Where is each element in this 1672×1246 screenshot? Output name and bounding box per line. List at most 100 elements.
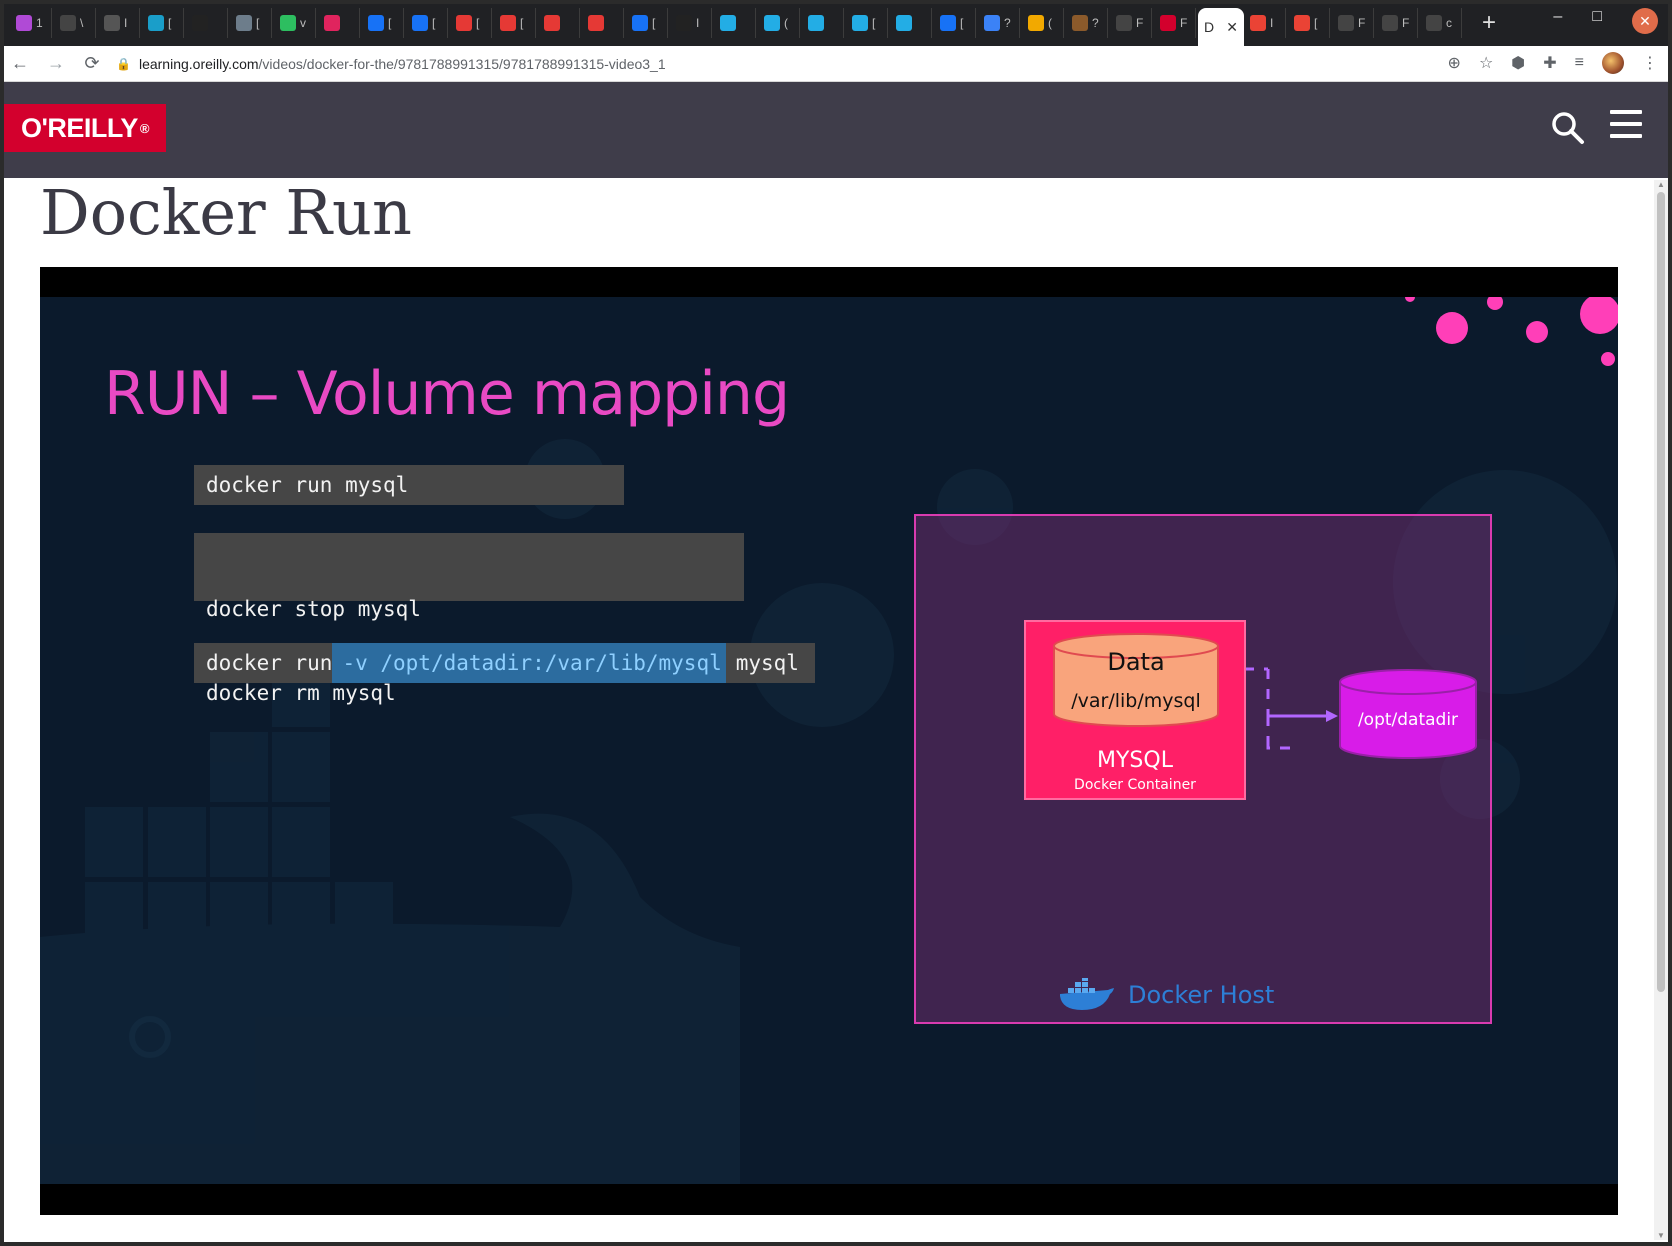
browser-tab[interactable]	[318, 8, 360, 38]
translate-icon	[984, 15, 1000, 31]
browser-tab[interactable]: I	[670, 8, 712, 38]
bilibili-icon	[808, 15, 824, 31]
code-run-basic: docker run mysql	[194, 465, 624, 505]
browser-tab[interactable]: [	[142, 8, 184, 38]
browser-tab[interactable]: [	[450, 8, 492, 38]
browser-tab[interactable]: F	[1332, 8, 1374, 38]
browser-tab-title: I	[1270, 16, 1274, 30]
zhihu-icon	[412, 15, 428, 31]
slide-title: RUN – Volume mapping	[104, 359, 790, 429]
scroll-up-arrow-icon[interactable]: ▲	[1657, 180, 1665, 189]
search-icon[interactable]	[1550, 110, 1586, 146]
address-bar[interactable]: 🔒 learning.oreilly.com/videos/docker-for…	[116, 56, 666, 72]
site-header: O'REILLY ®	[4, 82, 1668, 178]
arch-icon	[104, 15, 120, 31]
data-path: /var/lib/mysql	[1071, 690, 1201, 712]
browser-tab[interactable]: [	[494, 8, 536, 38]
forward-arrow-icon[interactable]: →	[40, 53, 72, 74]
close-window-button[interactable]: ✕	[1632, 8, 1658, 34]
browser-tab[interactable]: F	[1154, 8, 1196, 38]
close-tab-icon[interactable]: ✕	[1226, 19, 1238, 36]
logo-registered-mark: ®	[139, 120, 150, 136]
data-volume-cylinder: Data /var/lib/mysql	[1052, 632, 1220, 733]
browser-tab-title: c	[1446, 16, 1452, 30]
browser-tab[interactable]	[890, 8, 932, 38]
page-scrollbar[interactable]: ▲ ▼	[1654, 180, 1668, 1240]
bolt-icon	[1028, 15, 1044, 31]
browser-toolbar: ← → ⟳ 🔒 learning.oreilly.com/videos/dock…	[0, 46, 1672, 82]
browser-tab[interactable]	[538, 8, 580, 38]
bookmark-star-icon[interactable]: ☆	[1479, 53, 1493, 73]
browser-tab[interactable]: \	[54, 8, 96, 38]
browser-tab-title: [	[872, 16, 876, 30]
oreilly-logo[interactable]: O'REILLY ®	[4, 104, 166, 152]
browser-tab[interactable]: [	[1288, 8, 1330, 38]
browser-tab[interactable]: [	[230, 8, 272, 38]
window-controls: – □ ✕	[1553, 8, 1658, 34]
browser-menu-icon[interactable]: ⋮	[1642, 53, 1658, 73]
browser-tab-title: [	[432, 16, 436, 30]
browser-tab[interactable]: I	[1244, 8, 1286, 38]
zoom-icon[interactable]: ⊕	[1448, 53, 1461, 73]
minimize-button[interactable]: –	[1553, 8, 1562, 34]
bilibili-icon	[896, 15, 912, 31]
github-icon	[1338, 15, 1354, 31]
browser-tab[interactable]: ?	[1066, 8, 1108, 38]
browser-tab[interactable]	[714, 8, 756, 38]
browser-tab[interactable]: ?	[978, 8, 1020, 38]
browser-tab[interactable]: c	[1420, 8, 1462, 38]
csdn-icon	[456, 15, 472, 31]
container-name: MYSQL	[1097, 748, 1173, 773]
browser-tab[interactable]: [	[626, 8, 668, 38]
code-run-volume-highlight: -v /opt/datadir:/var/lib/mysql	[332, 643, 726, 683]
code-rm-line: docker rm mysql	[206, 681, 396, 705]
new-tab-button[interactable]: +	[1474, 9, 1504, 37]
hamburger-menu-icon[interactable]	[1610, 110, 1642, 142]
browser-tab-title: ?	[1092, 16, 1099, 30]
browser-tab[interactable]: [	[406, 8, 448, 38]
gmail-icon	[1294, 15, 1310, 31]
browser-tab[interactable]: [	[934, 8, 976, 38]
browser-tab[interactable]: [	[846, 8, 888, 38]
page-title: Docker Run	[40, 176, 412, 249]
huawei-icon	[544, 15, 560, 31]
reading-list-icon[interactable]: ≡	[1575, 54, 1584, 72]
profile-avatar[interactable]	[1602, 52, 1624, 74]
container-caption: Docker Container	[1074, 777, 1196, 793]
toolbar-actions: ⊕ ☆ ⬢ ✚ ≡ ⋮	[1448, 52, 1658, 74]
reload-icon[interactable]: ⟳	[76, 53, 108, 74]
browser-tab-title: I	[124, 16, 128, 30]
bilibili-icon	[852, 15, 868, 31]
video-slide: RUN – Volume mapping docker run mysql do…	[40, 297, 1618, 1184]
back-arrow-icon[interactable]: ←	[4, 53, 36, 74]
browser-tab[interactable]: [	[362, 8, 404, 38]
browser-tab[interactable]: F	[1110, 8, 1152, 38]
code-stop-remove: docker stop mysql docker rm mysql	[194, 533, 744, 705]
browser-tab[interactable]: (	[758, 8, 800, 38]
notion-n-icon	[192, 15, 208, 31]
oreilly-icon	[1160, 15, 1176, 31]
browser-tab[interactable]: F	[1376, 8, 1418, 38]
browser-tab[interactable]	[186, 8, 228, 38]
extension-cube-icon[interactable]: ⬢	[1511, 53, 1525, 73]
browser-tab-title: [	[1314, 16, 1318, 30]
extensions-puzzle-icon[interactable]: ✚	[1543, 53, 1556, 73]
active-tab[interactable]: D ✕	[1198, 8, 1244, 46]
browser-tab[interactable]: 1	[10, 8, 52, 38]
github-icon	[1382, 15, 1398, 31]
browser-tab-title: [	[388, 16, 392, 30]
bilibili-icon	[720, 15, 736, 31]
host-dir-cylinder: /opt/datadir	[1338, 668, 1478, 765]
data-cylinder-shape	[1053, 633, 1219, 727]
maximize-button[interactable]: □	[1592, 8, 1602, 34]
browser-tab[interactable]: I	[98, 8, 140, 38]
browser-tab[interactable]: (	[1022, 8, 1064, 38]
url-path: /videos/docker-for-the/9781788991315/978…	[258, 55, 666, 72]
browser-tab[interactable]: v	[274, 8, 316, 38]
video-player[interactable]: RUN – Volume mapping docker run mysql do…	[40, 267, 1618, 1215]
browser-tab[interactable]	[582, 8, 624, 38]
scroll-down-arrow-icon[interactable]: ▼	[1657, 1231, 1665, 1240]
docker-host-caption: Docker Host	[1058, 978, 1274, 1012]
browser-tab[interactable]	[802, 8, 844, 38]
scroll-thumb[interactable]	[1657, 192, 1665, 992]
